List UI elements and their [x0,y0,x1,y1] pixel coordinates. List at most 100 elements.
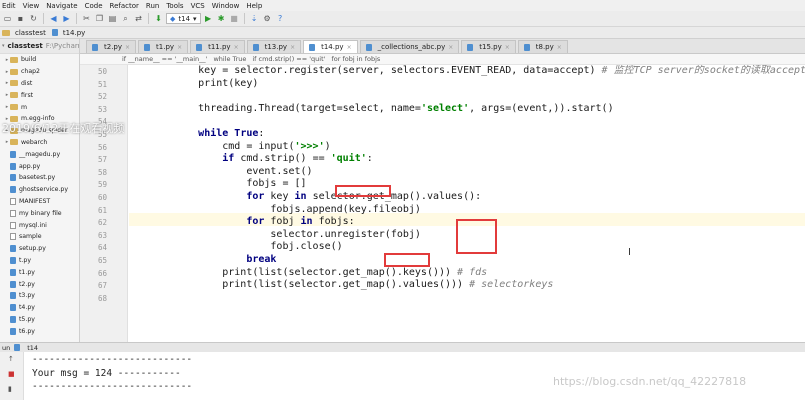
cut-icon[interactable]: ✂ [81,13,92,24]
code-line: break [150,254,276,266]
menu-item[interactable]: Tools [166,2,183,10]
close-icon[interactable]: × [557,44,562,51]
breadcrumb-item[interactable]: while True [213,55,246,63]
project-tree-item[interactable]: my binary file [0,207,79,219]
pin-icon[interactable]: ▮ [8,385,12,393]
project-tree-item[interactable]: app.py [0,160,79,172]
editor-tab[interactable]: t14.py × [303,40,358,53]
editor-tab[interactable]: t8.py × [517,40,568,53]
line-number: 66 [97,268,107,278]
editor-tab[interactable]: t2.py × [86,40,137,53]
project-tree-item[interactable]: t5.py [0,314,79,326]
project-tree-item[interactable]: ghostservice.py [0,184,79,196]
python-file-icon [10,174,16,182]
find-icon[interactable]: ⌕ [120,13,131,24]
sync-icon[interactable]: ↻ [28,13,39,24]
project-tree-item[interactable]: t3.py [0,290,79,302]
project-tree-item[interactable]: __magedu.py [0,148,79,160]
run-icon[interactable]: ▶ [203,13,214,24]
annotation-box [456,219,497,254]
build-icon[interactable]: ⬇ [153,13,164,24]
stop-icon[interactable]: ■ [229,13,240,24]
editor-tab[interactable]: t13.py × [246,40,302,53]
code-line: for key in selector.get_map().values(): [150,191,481,203]
code-comment: # selectorkeys [469,279,554,291]
breadcrumb-item[interactable]: if cmd.strip() == 'quit' [252,55,325,63]
line-number: 59 [97,180,107,190]
breadcrumb-item[interactable]: for fobj in fobjs [331,55,380,63]
project-root[interactable]: ▾ classtest F:\Pycharm [0,39,79,54]
run-config-select[interactable]: ◆ t14 ▾ [166,13,201,24]
python-file-icon [252,43,259,51]
copy-icon[interactable]: ❐ [94,13,105,24]
code-token: , args=(event,)).start() [469,102,614,114]
project-tree-item[interactable]: MANIFEST [0,196,79,208]
project-tree-item[interactable]: setup.py [0,243,79,255]
editor-tab[interactable]: _collections_abc.py × [359,40,460,53]
project-tree-item[interactable]: ▸ m [0,101,79,113]
close-icon[interactable]: × [290,44,295,51]
code-token: cmd.strip() == [234,153,331,165]
breadcrumb-item[interactable]: if __name__ == '__main__' [122,55,207,63]
line-number: 61 [97,205,107,215]
forward-icon[interactable]: ▶ [61,13,72,24]
close-icon[interactable]: × [234,44,239,51]
help-icon[interactable]: ? [275,13,286,24]
close-icon[interactable]: × [505,44,510,51]
line-gutter: 50 51 52 53 54 55 56 57 58 59 60 61 62 63 64 65 66 67 68 [80,65,128,342]
menu-item[interactable]: VCS [191,2,205,10]
menu-item[interactable]: View [23,2,40,10]
editor-tab[interactable]: t11.py × [190,40,245,53]
editor-tab[interactable]: t15.py × [461,40,516,53]
project-tree-item[interactable]: t.py [0,255,79,267]
save-icon[interactable]: ▪ [15,13,26,24]
project-tree-item[interactable]: ▸ first [0,89,79,101]
project-tree-item[interactable]: basetest.py [0,172,79,184]
folder-icon [10,56,18,63]
back-icon[interactable]: ◀ [48,13,59,24]
project-tree-item[interactable]: t6.py [0,325,79,337]
menu-item[interactable]: Refactor [110,2,139,10]
editor-tab-label: t15.py [479,43,502,51]
debug-icon[interactable]: ✱ [216,13,227,24]
close-icon[interactable]: × [177,44,182,51]
menu-item[interactable]: Window [212,2,240,10]
editor-tab-label: t2.py [104,43,123,51]
project-tree-item[interactable]: t4.py [0,302,79,314]
stop-icon[interactable]: ■ [8,370,15,378]
line-number: 65 [97,256,107,265]
close-icon[interactable]: × [448,44,453,51]
close-icon[interactable]: × [125,44,130,51]
settings-icon[interactable]: ⚙ [262,13,273,24]
project-tree-item[interactable]: mysql.ini [0,219,79,231]
menu-item[interactable]: Code [85,2,103,10]
menu-item[interactable]: Help [246,2,262,10]
close-icon[interactable]: × [347,44,352,51]
nav-file[interactable]: t14.py [51,29,85,37]
run-panel-label[interactable]: un [2,344,10,352]
project-tree-item[interactable]: ▸ build [0,54,79,66]
chevron-down-icon: ▾ [193,14,197,23]
open-folder-icon[interactable]: ▭ [2,13,13,24]
project-tree-item[interactable]: t2.py [0,278,79,290]
project-tree-item[interactable]: sample [0,231,79,243]
arrow-up-icon[interactable]: ↑ [8,355,14,363]
code-token: fobjs: [312,216,355,228]
code-editor[interactable]: 50 51 52 53 54 55 56 57 58 59 60 61 62 63 64 65 66 67 68 k… [80,65,805,342]
vcs-update-icon[interactable]: ⇣ [249,13,260,24]
project-tree-item[interactable]: ▸ chap2 [0,66,79,78]
run-panel-config[interactable]: t14 [27,344,38,352]
menu-item[interactable]: Run [146,2,159,10]
replace-icon[interactable]: ⇄ [133,13,144,24]
editor-tab[interactable]: t1.py × [138,40,189,53]
menu-item[interactable]: Navigate [46,2,77,10]
menu-item[interactable]: Edit [2,2,16,10]
project-tree-item[interactable]: ▸ webarch [0,137,79,149]
project-tree-item-label: dist [21,79,33,87]
project-tree-item[interactable]: ▸ dist [0,78,79,90]
paste-icon[interactable]: ▤ [107,13,118,24]
project-tree-item[interactable]: t1.py [0,266,79,278]
nav-project[interactable]: classtest [2,29,46,37]
console-line: Your msg = 124 ----------- [32,367,181,379]
